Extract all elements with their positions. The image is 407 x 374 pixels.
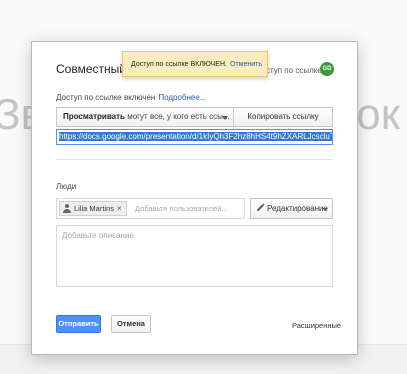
share-dialog: Совместный до ступ по ссылке GD Доступ п…	[31, 41, 358, 355]
access-level-text: могут все, у кого есть ссы...	[127, 112, 230, 121]
permission-label: Редактирование	[267, 204, 328, 213]
background-title-right: ок	[356, 90, 400, 139]
chevron-down-icon	[322, 208, 328, 211]
share-url-text: https://docs.google.com/presentation/d/1…	[59, 132, 332, 141]
access-level-bold: Просматривать	[63, 112, 125, 121]
section-divider	[56, 159, 333, 160]
link-status-row: Доступ по ссылке включен Подробнее...	[56, 93, 206, 102]
add-users-input[interactable]	[135, 202, 241, 215]
cancel-button[interactable]: Отмена	[111, 315, 151, 333]
copy-link-button[interactable]: Копировать ссылку	[233, 107, 333, 127]
person-chip-name: Lilia Martins	[74, 204, 115, 213]
learn-more-link[interactable]: Подробнее...	[158, 93, 206, 102]
page: Зв ок Совместный до ступ по ссылке GD До…	[0, 0, 407, 374]
people-input-box[interactable]: Lilia Martins ×	[56, 198, 245, 219]
permission-dropdown[interactable]: Редактирование	[250, 198, 333, 219]
send-button[interactable]: Отправить	[56, 315, 101, 333]
link-enabled-notice: Доступ по ссылке ВКЛЮЧЕН. Отменить	[122, 51, 268, 77]
chevron-down-icon	[222, 116, 228, 120]
person-chip[interactable]: Lilia Martins ×	[59, 201, 127, 216]
access-level-dropdown[interactable]: Просматривать могут все, у кого есть ссы…	[56, 107, 234, 127]
avatar[interactable]: GD	[320, 62, 334, 76]
person-icon	[63, 204, 71, 213]
close-icon[interactable]: ×	[117, 204, 122, 213]
share-url-field[interactable]: https://docs.google.com/presentation/d/1…	[56, 129, 333, 145]
advanced-settings-link[interactable]: Расширенные	[292, 321, 341, 330]
link-status-text: Доступ по ссылке включен	[56, 93, 156, 102]
notice-message: Доступ по ссылке ВКЛЮЧЕН.	[131, 61, 227, 68]
owner-label: ступ по ссылке	[266, 66, 322, 75]
people-label: Люди	[56, 182, 77, 191]
pencil-icon	[256, 200, 265, 212]
undo-link[interactable]: Отменить	[230, 61, 262, 68]
description-field[interactable]	[56, 225, 333, 287]
